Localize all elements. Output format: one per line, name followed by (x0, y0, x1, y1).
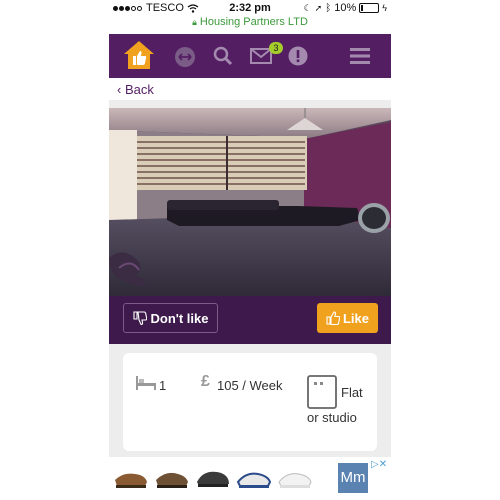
bedroom-count: 1 (159, 378, 167, 393)
inbox-count-badge: 3 (269, 42, 283, 54)
moon-icon: ☾ (303, 2, 312, 13)
url-bar[interactable]: 🔒︎ Housing Partners LTD (109, 16, 391, 34)
back-label: Back (124, 82, 154, 97)
like-button[interactable]: Like (317, 303, 378, 333)
like-label: Like (342, 310, 369, 326)
property-type-line2: or studio (307, 410, 357, 425)
home-thumbs-up-icon[interactable] (123, 40, 155, 70)
shoe-sport-sandal-icon[interactable] (154, 462, 190, 492)
top-nav: 3 (109, 34, 391, 78)
flat-type-icon (307, 375, 337, 409)
location-arrow-icon: ➚ (314, 2, 323, 13)
ad-banner[interactable]: Mm ▷✕ (109, 457, 391, 500)
property-details-card: 1 £ 105 / Week Flat or studio (123, 353, 377, 451)
site-name: Housing Partners LTD (199, 16, 308, 28)
dont-like-label: Don't like (150, 310, 209, 326)
adchoices-icon[interactable]: ▷✕ (371, 459, 387, 471)
dont-like-button[interactable]: Don't like (123, 303, 218, 333)
property-photo[interactable] (109, 108, 391, 296)
back-button[interactable]: ‹ Back (117, 82, 154, 97)
charging-icon: ϟ (382, 3, 387, 13)
shoe-clog-icon[interactable] (195, 462, 231, 492)
ad-logo[interactable]: Mm (338, 463, 368, 493)
chevron-left-icon: ‹ (117, 82, 122, 97)
rent-price: 105 / Week (217, 378, 283, 393)
lock-icon: 🔒︎ (192, 17, 197, 27)
thumbs-up-icon (326, 311, 340, 325)
battery-percent: 10% (334, 2, 357, 14)
shoe-sneaker-icon[interactable] (236, 462, 272, 492)
battery-icon (359, 3, 380, 13)
thumbs-down-icon (132, 311, 147, 325)
search-icon[interactable] (213, 46, 233, 66)
shoe-sandal-icon[interactable] (113, 462, 149, 492)
property-type-line1: Flat (341, 385, 363, 400)
status-bar: TESCO 2:32 pm ☾ ➚ ᛒ 10% ϟ (109, 0, 391, 16)
alert-icon[interactable] (288, 46, 308, 66)
pound-icon: £ (201, 373, 210, 390)
menu-icon[interactable] (350, 48, 370, 64)
swap-arrows-icon[interactable] (174, 46, 196, 68)
bluetooth-icon: ᛒ (325, 2, 332, 14)
bed-icon (136, 376, 156, 390)
phone-screen: TESCO 2:32 pm ☾ ➚ ᛒ 10% ϟ 🔒︎ Housing Part… (109, 0, 391, 500)
shoe-trainer-icon[interactable] (277, 462, 313, 492)
action-bar: Don't like Like (109, 296, 391, 344)
back-bar: ‹ Back (109, 78, 391, 100)
